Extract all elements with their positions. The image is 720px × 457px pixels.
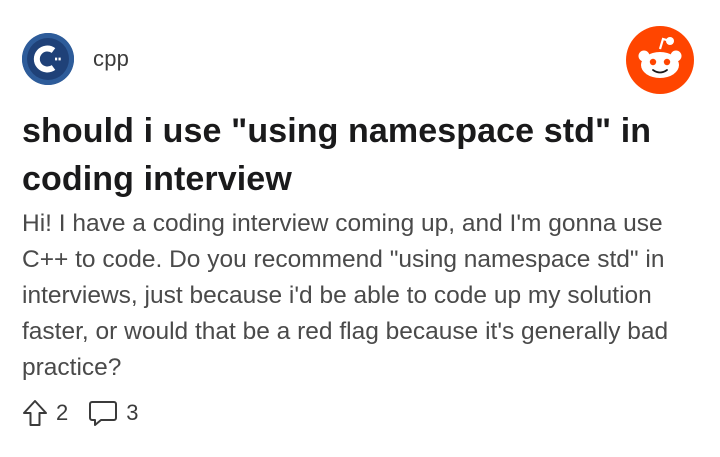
comment-bubble-icon — [89, 401, 118, 426]
community-name[interactable]: cpp — [93, 46, 129, 72]
cpp-logo-icon[interactable] — [22, 33, 74, 85]
upvote-count: 2 — [56, 400, 69, 425]
upvote-arrow-icon — [23, 400, 47, 426]
comments-button[interactable]: 3 — [88, 399, 139, 427]
post-body: Hi! I have a coding interview coming up,… — [22, 210, 669, 381]
upvote-button[interactable]: 2 — [22, 399, 68, 427]
post-actions: 2 3 — [22, 398, 139, 428]
post-card[interactable]: cpp should i use "using namespace std" i… — [0, 0, 720, 457]
comment-count: 3 — [126, 400, 139, 425]
post-header: cpp — [22, 33, 129, 85]
post-title[interactable]: should i use "using namespace std" in co… — [22, 107, 702, 203]
reddit-logo-icon — [626, 26, 694, 94]
